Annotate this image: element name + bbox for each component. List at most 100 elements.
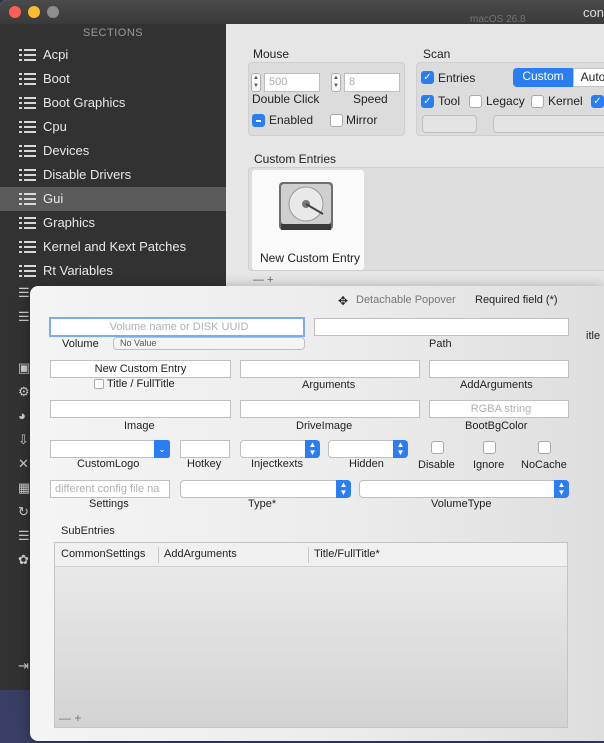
title-bar: macOS 26.8 con bbox=[0, 0, 604, 25]
sidebar-item-kernel-and-kext-patches[interactable]: Kernel and Kext Patches bbox=[0, 235, 226, 259]
custom-segment[interactable]: Custom bbox=[513, 68, 573, 87]
custom-entry-item[interactable]: New Custom Entry bbox=[252, 170, 364, 270]
sidebar-item-graphics[interactable]: Graphics bbox=[0, 211, 226, 235]
enabled-checkbox[interactable] bbox=[252, 114, 265, 127]
entries-checkbox[interactable]: ✓ bbox=[421, 71, 434, 84]
add-arguments-field[interactable] bbox=[429, 360, 569, 378]
list-icon bbox=[19, 97, 36, 109]
sidebar-item-rt-variables[interactable]: Rt Variables bbox=[0, 259, 226, 283]
hidden-label: Hidden bbox=[349, 458, 384, 470]
list-icon bbox=[19, 73, 36, 85]
sidebar-item-boot-graphics[interactable]: Boot Graphics bbox=[0, 91, 226, 115]
entries-add-remove[interactable]: — + bbox=[253, 274, 273, 286]
speed-stepper[interactable]: ▲ ▼ bbox=[331, 73, 341, 92]
list-icon bbox=[19, 217, 36, 229]
kernel-checkbox[interactable] bbox=[531, 95, 544, 108]
column-header[interactable]: AddArguments bbox=[164, 548, 237, 560]
scan-popup-right[interactable] bbox=[493, 115, 604, 133]
list-icon bbox=[19, 265, 36, 277]
settings-field[interactable]: different config file na bbox=[50, 480, 170, 498]
custom-entries-title: Custom Entries bbox=[254, 152, 337, 166]
settings-label: Settings bbox=[89, 498, 129, 510]
updown-icon: ▲ ▼ bbox=[554, 480, 569, 498]
close-icon[interactable] bbox=[9, 6, 21, 18]
chevron-down-icon[interactable]: ⌄ bbox=[154, 440, 170, 458]
tool-label: Tool bbox=[438, 94, 461, 108]
image-field[interactable] bbox=[50, 400, 231, 418]
sidebar-item-acpi[interactable]: Acpi bbox=[0, 43, 226, 67]
sidebar-item-label: Kernel and Kext Patches bbox=[43, 239, 187, 254]
minimize-icon[interactable] bbox=[28, 6, 40, 18]
hidden-popup[interactable]: ▲ ▼ bbox=[328, 440, 408, 458]
tool-checkbox[interactable]: ✓ bbox=[421, 95, 434, 108]
sidebar-item-label: Acpi bbox=[43, 47, 69, 62]
subentries-title: SubEntries bbox=[61, 525, 115, 537]
sidebar-item-cpu[interactable]: Cpu bbox=[0, 115, 226, 139]
arguments-field[interactable] bbox=[240, 360, 420, 378]
speed-field[interactable]: 8 bbox=[344, 73, 400, 92]
type-popup[interactable]: ▲ ▼ bbox=[180, 480, 351, 498]
column-divider bbox=[158, 547, 159, 563]
auto-segment[interactable]: Auto bbox=[573, 68, 604, 87]
volume-popup[interactable]: No Value bbox=[113, 337, 305, 350]
scan-popup-left[interactable] bbox=[422, 115, 477, 133]
injectkexts-popup[interactable]: ▲ ▼ bbox=[240, 440, 320, 458]
volume-type-popup[interactable]: ▲ ▼ bbox=[359, 480, 569, 498]
injectkexts-label: Injectkexts bbox=[251, 458, 303, 470]
legacy-checkbox[interactable] bbox=[469, 95, 482, 108]
sidebar-item-label: Disable Drivers bbox=[43, 167, 132, 182]
subentries-add-remove[interactable]: — + bbox=[59, 711, 81, 725]
double-click-stepper[interactable]: ▲ ▼ bbox=[251, 73, 261, 92]
move-icon[interactable]: ✥ bbox=[338, 294, 348, 308]
column-header[interactable]: CommonSettings bbox=[61, 548, 145, 560]
custom-entry-popover: ✥ Detachable Popover Required field (*) … bbox=[30, 286, 604, 741]
nocache-label: NoCache bbox=[521, 459, 567, 471]
column-divider bbox=[308, 547, 309, 563]
list-icon bbox=[19, 241, 36, 253]
sidebar-item-label: Graphics bbox=[43, 215, 96, 230]
window-title: con bbox=[583, 5, 604, 20]
column-header[interactable]: Title/FullTitle* bbox=[314, 548, 380, 560]
subentries-table[interactable]: CommonSettings AddArguments Title/FullTi… bbox=[54, 542, 568, 728]
custom-entry-label: New Custom Entry bbox=[260, 251, 361, 265]
enabled-label: Enabled bbox=[269, 113, 314, 127]
sidebar-item-boot[interactable]: Boot bbox=[0, 67, 226, 91]
ignore-checkbox[interactable] bbox=[483, 441, 496, 454]
custom-logo-combo[interactable]: ⌄ bbox=[50, 440, 170, 458]
volume-type-label: VolumeType bbox=[431, 498, 492, 510]
updown-icon: ▲ ▼ bbox=[336, 480, 351, 498]
bootbgcolor-label: BootBgColor bbox=[465, 420, 528, 432]
zoom-icon[interactable] bbox=[47, 6, 59, 18]
sidebar-item-label: Boot Graphics bbox=[43, 95, 126, 110]
sidebar-item-gui[interactable]: Gui bbox=[0, 187, 226, 211]
path-field[interactable] bbox=[314, 318, 569, 336]
double-click-field[interactable]: 500 bbox=[264, 73, 320, 92]
custom-logo-label: CustomLogo bbox=[77, 458, 140, 470]
extra-scan-checkbox[interactable]: ✓ bbox=[591, 95, 604, 108]
add-arguments-label: AddArguments bbox=[460, 379, 533, 391]
list-icon bbox=[19, 145, 36, 157]
sidebar-item-label: Boot bbox=[43, 71, 70, 86]
title-field[interactable]: New Custom Entry bbox=[50, 360, 231, 378]
sidebar-item-devices[interactable]: Devices bbox=[0, 139, 226, 163]
speed-label: Speed bbox=[353, 92, 388, 106]
sidebar-item-disable-drivers[interactable]: Disable Drivers bbox=[0, 163, 226, 187]
type-label: Type* bbox=[248, 498, 277, 510]
mirror-label: Mirror bbox=[346, 113, 378, 127]
disable-checkbox[interactable] bbox=[431, 441, 444, 454]
bootbgcolor-field[interactable]: RGBA string bbox=[429, 400, 569, 418]
updown-icon: ▲ ▼ bbox=[393, 440, 408, 458]
sidebar-header: SECTIONS bbox=[82, 27, 144, 39]
hotkey-field[interactable] bbox=[180, 440, 230, 458]
double-click-label: Double Click bbox=[252, 92, 320, 106]
hard-drive-icon bbox=[279, 182, 333, 230]
volume-field[interactable]: Volume name or DISK UUID bbox=[49, 317, 305, 337]
list-icon bbox=[19, 121, 36, 133]
right-edge-label: itle bbox=[586, 330, 601, 342]
drive-image-field[interactable] bbox=[240, 400, 420, 418]
image-label: Image bbox=[124, 420, 155, 432]
mirror-checkbox[interactable] bbox=[330, 114, 343, 127]
title-checkbox[interactable] bbox=[94, 379, 104, 389]
hotkey-label: Hotkey bbox=[187, 458, 222, 470]
nocache-checkbox[interactable] bbox=[538, 441, 551, 454]
